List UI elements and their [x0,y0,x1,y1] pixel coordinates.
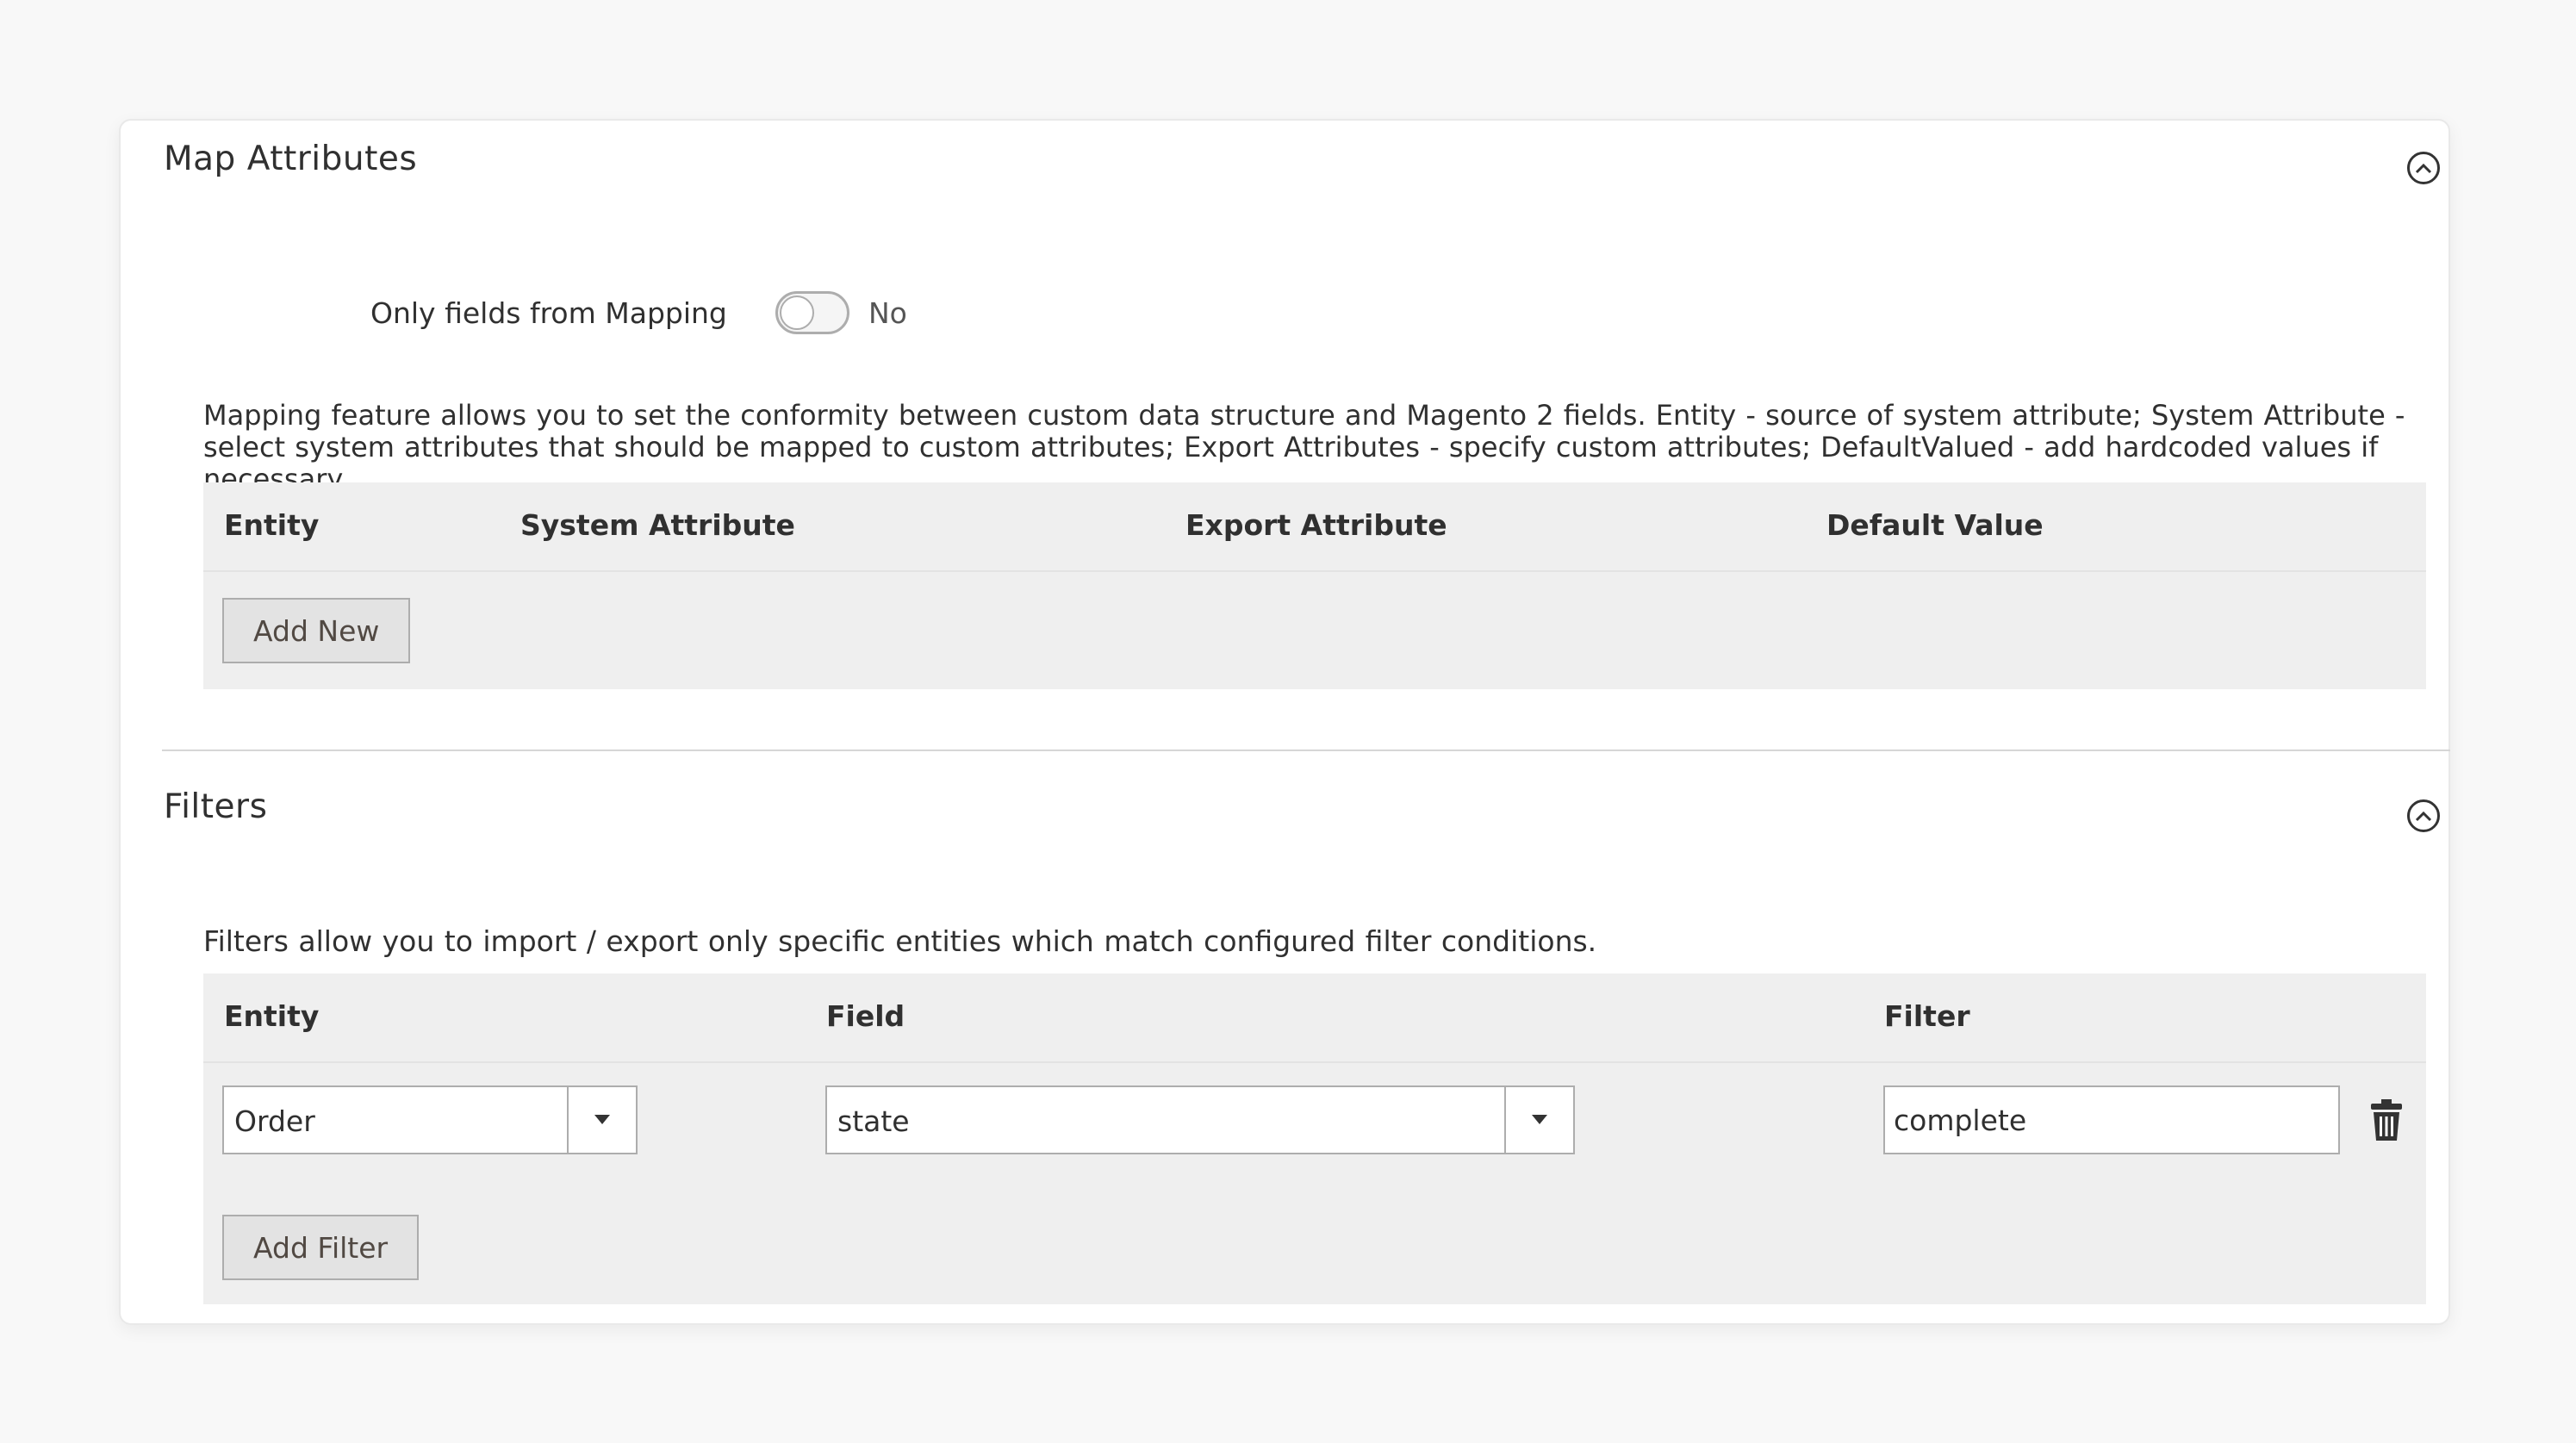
filters-description: Filters allow you to import / export onl… [203,924,1597,958]
only-fields-from-mapping-label: Only fields from Mapping [370,296,727,330]
entity-select[interactable]: Order [222,1085,638,1154]
mapping-description: Mapping feature allows you to set the co… [203,399,2405,495]
column-entity: Entity [224,508,320,542]
mapping-grid-header: Entity System Attribute Export Attribute… [203,482,2426,572]
section-divider [162,749,2450,751]
trash-icon [2371,1099,2402,1141]
delete-filter-button[interactable] [2369,1099,2404,1142]
caret-down-icon [1532,1115,1547,1124]
map-attributes-collapse-button[interactable] [2407,152,2440,184]
field-select[interactable]: state [825,1085,1575,1154]
column-filter: Filter [1884,999,1970,1033]
filters-title: Filters [164,787,268,826]
entity-select-value: Order [234,1104,315,1138]
field-select-toggle[interactable] [1504,1087,1573,1153]
mapping-grid: Entity System Attribute Export Attribute… [203,482,2426,689]
filters-collapse-button[interactable] [2407,799,2440,832]
chevron-up-circle-icon [2415,811,2432,822]
chevron-up-circle-icon [2415,163,2432,174]
filters-grid-header: Entity Field Filter [203,973,2426,1063]
only-fields-from-mapping-toggle[interactable] [775,291,849,334]
filter-value-input[interactable] [1883,1085,2340,1154]
filters-grid: Entity Field Filter Order state complete… [203,973,2426,1304]
caret-down-icon [594,1115,610,1124]
field-select-value: state [837,1104,910,1138]
column-export-attribute: Export Attribute [1185,508,1447,542]
add-new-button[interactable]: Add New [222,598,411,663]
column-default-value: Default Value [1826,508,2044,542]
column-system-attribute: System Attribute [520,508,795,542]
settings-card: Map Attributes Only fields from Mapping … [119,119,2450,1325]
entity-select-toggle[interactable] [567,1087,636,1153]
add-filter-button[interactable]: Add Filter [222,1215,420,1280]
map-attributes-title: Map Attributes [164,140,418,178]
column-field: Field [826,999,905,1033]
toggle-knob [780,295,814,330]
column-entity: Entity [224,999,320,1033]
toggle-state-text: No [868,296,907,330]
